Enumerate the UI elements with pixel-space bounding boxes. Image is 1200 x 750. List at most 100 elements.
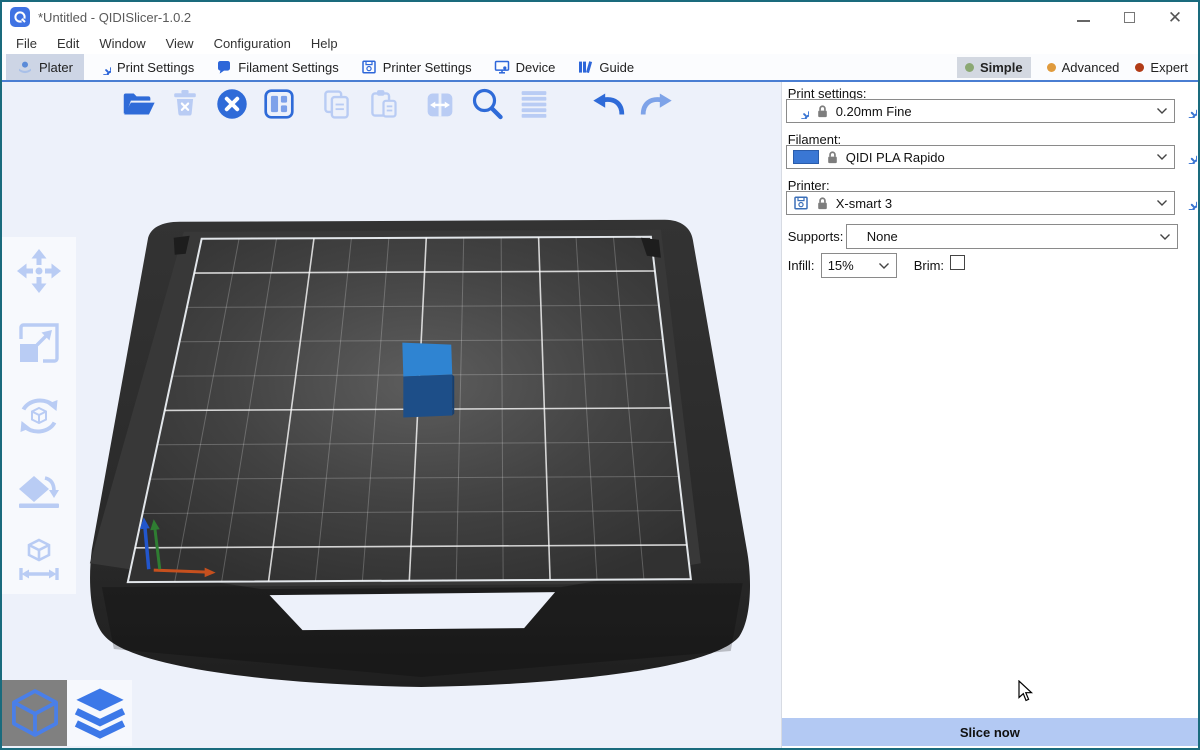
print-settings-gear-icon [95, 59, 111, 75]
copy-icon [318, 86, 355, 123]
tab-bar: Plater Print Settings Filament Settings … [2, 54, 1198, 82]
open-project-button[interactable] [118, 84, 158, 124]
bed-handle-cutout [270, 592, 556, 630]
plater-icon [17, 59, 33, 75]
filament-icon [216, 59, 232, 75]
tab-plater[interactable]: Plater [6, 54, 84, 80]
lock-icon [815, 196, 830, 211]
advanced-dot-icon [1047, 63, 1056, 72]
trash-icon [167, 86, 203, 122]
scale-button[interactable] [15, 319, 63, 367]
printer-combo[interactable]: X-smart 3 [786, 191, 1175, 215]
tab-guide[interactable]: Guide [566, 54, 645, 80]
copy-button[interactable] [316, 84, 356, 124]
redo-button[interactable] [636, 84, 676, 124]
menu-bar: File Edit Window View Configuration Help [2, 32, 1198, 54]
paste-button[interactable] [363, 84, 403, 124]
split-to-objects-button[interactable] [420, 84, 460, 124]
print-settings-edit-button[interactable] [1180, 101, 1197, 118]
simple-dot-icon [965, 63, 974, 72]
split-objects-icon [421, 85, 459, 123]
window-title: *Untitled - QIDISlicer-1.0.2 [38, 10, 191, 25]
slice-now-button[interactable]: Slice now [782, 718, 1198, 746]
menu-configuration[interactable]: Configuration [204, 36, 301, 51]
print-settings-value: 0.20mm Fine [836, 104, 1150, 119]
close-button[interactable]: ✕ [1152, 2, 1198, 32]
menu-help[interactable]: Help [301, 36, 348, 51]
place-on-face-button[interactable] [15, 464, 63, 512]
printer-edit-button[interactable] [1180, 193, 1197, 210]
lock-icon [825, 150, 840, 165]
chevron-down-icon [1156, 199, 1168, 207]
supports-combo[interactable]: None [846, 224, 1178, 249]
top-toolbar [118, 84, 683, 124]
open-folder-icon [119, 85, 157, 123]
supports-label: Supports: [788, 229, 844, 244]
chevron-down-icon [1156, 107, 1168, 115]
paste-icon [365, 86, 402, 123]
title-bar: *Untitled - QIDISlicer-1.0.2 ✕ [2, 2, 1198, 32]
scale-icon [15, 319, 63, 367]
menu-edit[interactable]: Edit [47, 36, 89, 51]
move-button[interactable] [15, 247, 63, 295]
3d-editor-cube-icon [8, 685, 62, 741]
brim-checkbox[interactable] [950, 255, 965, 270]
3d-editor-view-button[interactable] [2, 680, 67, 746]
delete-all-button[interactable] [212, 84, 252, 124]
undo-button[interactable] [589, 84, 629, 124]
delete-button[interactable] [165, 84, 205, 124]
model-cube[interactable] [402, 343, 454, 418]
redo-icon [637, 85, 675, 123]
lock-icon [815, 104, 830, 119]
preview-view-button[interactable] [67, 680, 132, 746]
variable-layer-height-button[interactable] [514, 84, 554, 124]
place-on-face-icon [15, 464, 63, 512]
3d-viewport[interactable] [2, 82, 781, 748]
left-toolbar [2, 237, 76, 594]
arrange-button[interactable] [259, 84, 299, 124]
print-settings-combo[interactable]: 0.20mm Fine [786, 99, 1175, 123]
settings-sidebar: Print settings: 0.20mm Fine Filament: QI… [781, 82, 1198, 748]
menu-window[interactable]: Window [89, 36, 155, 51]
tab-printer-settings[interactable]: Printer Settings [350, 54, 483, 80]
supports-value: None [853, 229, 1153, 244]
view-mode-toggles [2, 680, 132, 746]
tab-device[interactable]: Device [483, 54, 567, 80]
preview-layers-icon [72, 684, 128, 742]
measure-button[interactable] [15, 536, 63, 584]
menu-view[interactable]: View [156, 36, 204, 51]
qidislicer-window: *Untitled - QIDISlicer-1.0.2 ✕ File Edit… [0, 0, 1200, 750]
mode-advanced[interactable]: Advanced [1047, 60, 1120, 75]
tab-print-settings[interactable]: Print Settings [84, 54, 205, 80]
arrange-icon [260, 85, 298, 123]
search-icon [467, 84, 507, 124]
filament-value: QIDI PLA Rapido [846, 150, 1150, 165]
tab-filament-settings[interactable]: Filament Settings [205, 54, 349, 80]
print-bed-scene [2, 82, 781, 747]
mode-expert[interactable]: Expert [1135, 60, 1188, 75]
rotate-icon [15, 392, 63, 440]
search-button[interactable] [467, 84, 507, 124]
rotate-button[interactable] [15, 392, 63, 440]
layer-bars-icon [515, 85, 553, 123]
brim-label: Brim: [914, 258, 944, 273]
maximize-button[interactable] [1106, 2, 1152, 32]
chevron-down-icon [1156, 153, 1168, 161]
printer-settings-icon [361, 59, 377, 75]
expert-dot-icon [1135, 63, 1144, 72]
mode-selector: Simple Advanced Expert [957, 54, 1198, 80]
minimize-button[interactable] [1060, 2, 1106, 32]
infill-label: Infill: [788, 258, 815, 273]
undo-icon [590, 85, 628, 123]
device-monitor-icon [494, 59, 510, 75]
printer-icon [793, 195, 809, 211]
menu-file[interactable]: File [6, 36, 47, 51]
gear-icon [793, 103, 809, 119]
filament-edit-button[interactable] [1180, 147, 1197, 164]
mode-simple[interactable]: Simple [957, 57, 1031, 78]
filament-combo[interactable]: QIDI PLA Rapido [786, 145, 1175, 169]
mouse-cursor [1018, 680, 1035, 703]
infill-combo[interactable]: 15% [821, 253, 897, 278]
chevron-down-icon [878, 262, 890, 270]
chevron-down-icon [1159, 233, 1171, 241]
